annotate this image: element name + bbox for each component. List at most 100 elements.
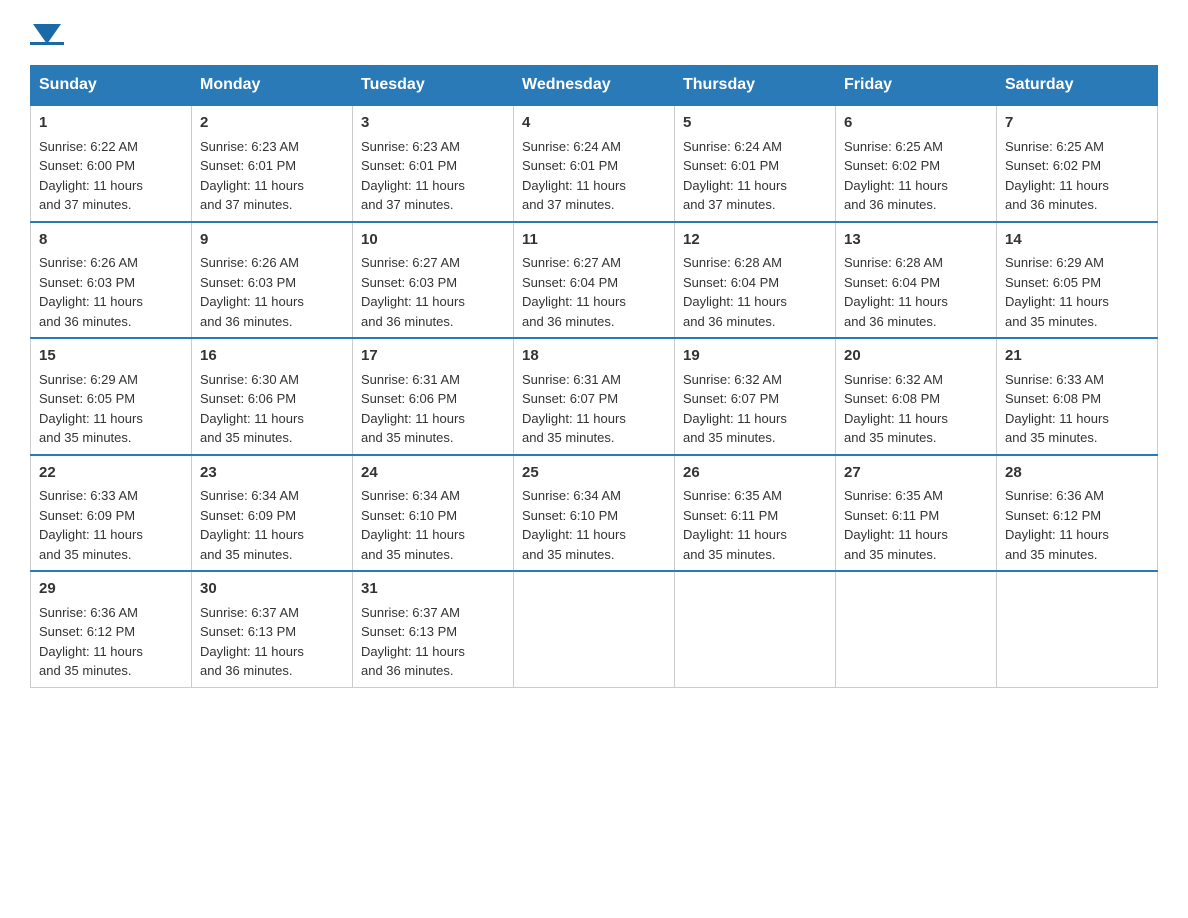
- calendar-day: 7 Sunrise: 6:25 AMSunset: 6:02 PMDayligh…: [997, 105, 1158, 222]
- day-number: 12: [683, 229, 827, 252]
- day-number: 30: [200, 578, 344, 601]
- day-header-sunday: Sunday: [31, 66, 192, 106]
- day-number: 8: [39, 229, 183, 252]
- day-number: 2: [200, 112, 344, 135]
- day-header-saturday: Saturday: [997, 66, 1158, 106]
- calendar-week-4: 22 Sunrise: 6:33 AMSunset: 6:09 PMDaylig…: [31, 455, 1158, 572]
- day-number: 11: [522, 229, 666, 252]
- day-info: Sunrise: 6:27 AMSunset: 6:04 PMDaylight:…: [522, 255, 626, 329]
- calendar-day: 23 Sunrise: 6:34 AMSunset: 6:09 PMDaylig…: [192, 455, 353, 572]
- day-number: 18: [522, 345, 666, 368]
- calendar-day: 28 Sunrise: 6:36 AMSunset: 6:12 PMDaylig…: [997, 455, 1158, 572]
- day-info: Sunrise: 6:32 AMSunset: 6:08 PMDaylight:…: [844, 372, 948, 446]
- calendar-day: 26 Sunrise: 6:35 AMSunset: 6:11 PMDaylig…: [675, 455, 836, 572]
- day-number: 21: [1005, 345, 1149, 368]
- day-info: Sunrise: 6:34 AMSunset: 6:09 PMDaylight:…: [200, 488, 304, 562]
- calendar-day: 1 Sunrise: 6:22 AMSunset: 6:00 PMDayligh…: [31, 105, 192, 222]
- day-info: Sunrise: 6:33 AMSunset: 6:08 PMDaylight:…: [1005, 372, 1109, 446]
- day-number: 28: [1005, 462, 1149, 485]
- calendar-day: [997, 571, 1158, 687]
- day-number: 9: [200, 229, 344, 252]
- calendar-day: 21 Sunrise: 6:33 AMSunset: 6:08 PMDaylig…: [997, 338, 1158, 455]
- calendar-day: 20 Sunrise: 6:32 AMSunset: 6:08 PMDaylig…: [836, 338, 997, 455]
- day-info: Sunrise: 6:29 AMSunset: 6:05 PMDaylight:…: [39, 372, 143, 446]
- calendar-day: 24 Sunrise: 6:34 AMSunset: 6:10 PMDaylig…: [353, 455, 514, 572]
- calendar-day: 22 Sunrise: 6:33 AMSunset: 6:09 PMDaylig…: [31, 455, 192, 572]
- calendar-day: 3 Sunrise: 6:23 AMSunset: 6:01 PMDayligh…: [353, 105, 514, 222]
- day-number: 3: [361, 112, 505, 135]
- day-info: Sunrise: 6:31 AMSunset: 6:07 PMDaylight:…: [522, 372, 626, 446]
- calendar-day: 6 Sunrise: 6:25 AMSunset: 6:02 PMDayligh…: [836, 105, 997, 222]
- calendar-day: 30 Sunrise: 6:37 AMSunset: 6:13 PMDaylig…: [192, 571, 353, 687]
- calendar-day: 4 Sunrise: 6:24 AMSunset: 6:01 PMDayligh…: [514, 105, 675, 222]
- day-number: 24: [361, 462, 505, 485]
- day-info: Sunrise: 6:36 AMSunset: 6:12 PMDaylight:…: [1005, 488, 1109, 562]
- day-number: 19: [683, 345, 827, 368]
- calendar-day: 11 Sunrise: 6:27 AMSunset: 6:04 PMDaylig…: [514, 222, 675, 339]
- day-header-friday: Friday: [836, 66, 997, 106]
- calendar-day: 18 Sunrise: 6:31 AMSunset: 6:07 PMDaylig…: [514, 338, 675, 455]
- day-number: 14: [1005, 229, 1149, 252]
- day-number: 22: [39, 462, 183, 485]
- calendar-day: 31 Sunrise: 6:37 AMSunset: 6:13 PMDaylig…: [353, 571, 514, 687]
- day-header-wednesday: Wednesday: [514, 66, 675, 106]
- day-info: Sunrise: 6:24 AMSunset: 6:01 PMDaylight:…: [683, 139, 787, 213]
- day-info: Sunrise: 6:35 AMSunset: 6:11 PMDaylight:…: [683, 488, 787, 562]
- calendar-day: 15 Sunrise: 6:29 AMSunset: 6:05 PMDaylig…: [31, 338, 192, 455]
- day-info: Sunrise: 6:25 AMSunset: 6:02 PMDaylight:…: [1005, 139, 1109, 213]
- day-number: 27: [844, 462, 988, 485]
- day-number: 6: [844, 112, 988, 135]
- calendar-day: 14 Sunrise: 6:29 AMSunset: 6:05 PMDaylig…: [997, 222, 1158, 339]
- calendar-day: 13 Sunrise: 6:28 AMSunset: 6:04 PMDaylig…: [836, 222, 997, 339]
- calendar-day: 19 Sunrise: 6:32 AMSunset: 6:07 PMDaylig…: [675, 338, 836, 455]
- calendar-day: 12 Sunrise: 6:28 AMSunset: 6:04 PMDaylig…: [675, 222, 836, 339]
- logo: [30, 20, 64, 45]
- calendar-day: 9 Sunrise: 6:26 AMSunset: 6:03 PMDayligh…: [192, 222, 353, 339]
- day-number: 20: [844, 345, 988, 368]
- calendar-day: 25 Sunrise: 6:34 AMSunset: 6:10 PMDaylig…: [514, 455, 675, 572]
- day-number: 26: [683, 462, 827, 485]
- calendar-week-2: 8 Sunrise: 6:26 AMSunset: 6:03 PMDayligh…: [31, 222, 1158, 339]
- logo-arrow-icon: [33, 24, 61, 44]
- calendar-week-1: 1 Sunrise: 6:22 AMSunset: 6:00 PMDayligh…: [31, 105, 1158, 222]
- day-info: Sunrise: 6:30 AMSunset: 6:06 PMDaylight:…: [200, 372, 304, 446]
- day-info: Sunrise: 6:23 AMSunset: 6:01 PMDaylight:…: [361, 139, 465, 213]
- calendar-week-5: 29 Sunrise: 6:36 AMSunset: 6:12 PMDaylig…: [31, 571, 1158, 687]
- day-info: Sunrise: 6:28 AMSunset: 6:04 PMDaylight:…: [844, 255, 948, 329]
- day-info: Sunrise: 6:34 AMSunset: 6:10 PMDaylight:…: [361, 488, 465, 562]
- calendar-header-row: SundayMondayTuesdayWednesdayThursdayFrid…: [31, 66, 1158, 106]
- calendar-day: 5 Sunrise: 6:24 AMSunset: 6:01 PMDayligh…: [675, 105, 836, 222]
- day-info: Sunrise: 6:37 AMSunset: 6:13 PMDaylight:…: [361, 605, 465, 679]
- calendar-day: [514, 571, 675, 687]
- calendar-day: 29 Sunrise: 6:36 AMSunset: 6:12 PMDaylig…: [31, 571, 192, 687]
- day-number: 17: [361, 345, 505, 368]
- day-info: Sunrise: 6:36 AMSunset: 6:12 PMDaylight:…: [39, 605, 143, 679]
- calendar-table: SundayMondayTuesdayWednesdayThursdayFrid…: [30, 65, 1158, 688]
- day-info: Sunrise: 6:28 AMSunset: 6:04 PMDaylight:…: [683, 255, 787, 329]
- day-header-tuesday: Tuesday: [353, 66, 514, 106]
- day-info: Sunrise: 6:37 AMSunset: 6:13 PMDaylight:…: [200, 605, 304, 679]
- day-number: 16: [200, 345, 344, 368]
- calendar-day: [836, 571, 997, 687]
- day-info: Sunrise: 6:34 AMSunset: 6:10 PMDaylight:…: [522, 488, 626, 562]
- day-number: 13: [844, 229, 988, 252]
- day-info: Sunrise: 6:25 AMSunset: 6:02 PMDaylight:…: [844, 139, 948, 213]
- day-number: 15: [39, 345, 183, 368]
- day-number: 25: [522, 462, 666, 485]
- day-number: 10: [361, 229, 505, 252]
- calendar-day: 17 Sunrise: 6:31 AMSunset: 6:06 PMDaylig…: [353, 338, 514, 455]
- day-info: Sunrise: 6:27 AMSunset: 6:03 PMDaylight:…: [361, 255, 465, 329]
- day-number: 1: [39, 112, 183, 135]
- day-info: Sunrise: 6:33 AMSunset: 6:09 PMDaylight:…: [39, 488, 143, 562]
- calendar-week-3: 15 Sunrise: 6:29 AMSunset: 6:05 PMDaylig…: [31, 338, 1158, 455]
- day-header-monday: Monday: [192, 66, 353, 106]
- day-info: Sunrise: 6:35 AMSunset: 6:11 PMDaylight:…: [844, 488, 948, 562]
- day-number: 4: [522, 112, 666, 135]
- day-info: Sunrise: 6:26 AMSunset: 6:03 PMDaylight:…: [200, 255, 304, 329]
- day-number: 23: [200, 462, 344, 485]
- day-number: 5: [683, 112, 827, 135]
- day-number: 7: [1005, 112, 1149, 135]
- calendar-day: [675, 571, 836, 687]
- calendar-day: 27 Sunrise: 6:35 AMSunset: 6:11 PMDaylig…: [836, 455, 997, 572]
- calendar-day: 16 Sunrise: 6:30 AMSunset: 6:06 PMDaylig…: [192, 338, 353, 455]
